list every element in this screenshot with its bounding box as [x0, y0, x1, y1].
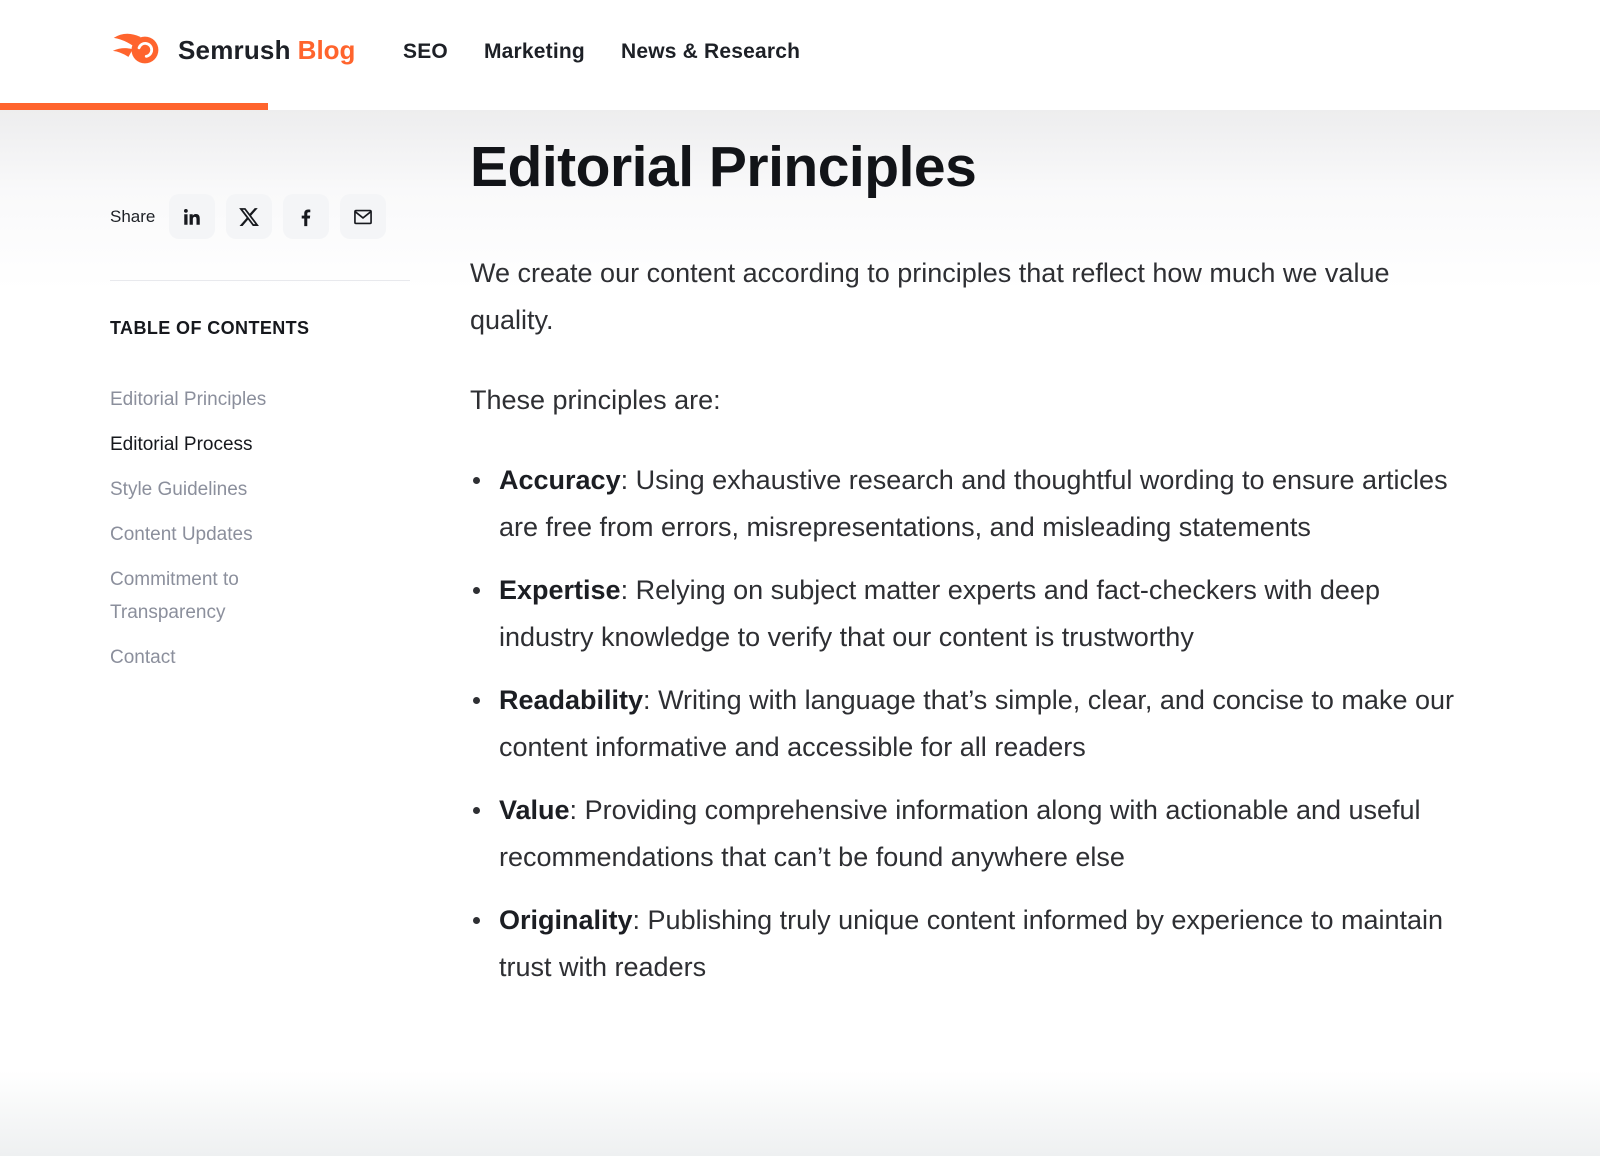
principle-term: Accuracy	[499, 465, 621, 495]
nav-item-marketing[interactable]: Marketing	[484, 40, 585, 64]
principle-separator: :	[570, 795, 585, 825]
email-icon	[352, 206, 374, 228]
article-content: Editorial Principles We create our conte…	[470, 110, 1455, 1007]
principle-item-originality: Originality: Publishing truly unique con…	[470, 897, 1455, 991]
page-title: Editorial Principles	[470, 134, 1455, 200]
toc-item-editorial-principles[interactable]: Editorial Principles	[110, 377, 320, 422]
principle-separator: :	[633, 905, 648, 935]
main-nav: SEO Marketing News & Research	[403, 0, 800, 103]
principle-term: Value	[499, 795, 570, 825]
principle-description: Providing comprehensive information alon…	[499, 795, 1421, 872]
principle-separator: :	[621, 575, 636, 605]
sidebar-divider	[110, 280, 410, 281]
share-facebook-button[interactable]	[283, 194, 329, 239]
principle-item-value: Value: Providing comprehensive informati…	[470, 787, 1455, 881]
principle-term: Expertise	[499, 575, 621, 605]
principle-description: Using exhaustive research and thoughtful…	[499, 465, 1448, 542]
share-row: Share	[110, 194, 397, 239]
principle-item-expertise: Expertise: Relying on subject matter exp…	[470, 567, 1455, 661]
toc-item-content-updates[interactable]: Content Updates	[110, 512, 320, 557]
semrush-blog-logo[interactable]: Semrush Blog	[112, 24, 355, 76]
article-intro: We create our content according to princ…	[470, 250, 1455, 344]
share-linkedin-button[interactable]	[169, 194, 215, 239]
principle-item-readability: Readability: Writing with language that’…	[470, 677, 1455, 771]
nav-item-news-research[interactable]: News & Research	[621, 40, 800, 64]
page-body: Share T	[0, 110, 1600, 1156]
principle-separator: :	[621, 465, 636, 495]
principle-term: Originality	[499, 905, 633, 935]
nav-item-seo[interactable]: SEO	[403, 40, 448, 64]
share-label: Share	[110, 207, 155, 227]
share-email-button[interactable]	[340, 194, 386, 239]
principle-term: Readability	[499, 685, 643, 715]
site-header: Semrush Blog SEO Marketing News & Resear…	[0, 0, 1600, 110]
principle-item-accuracy: Accuracy: Using exhaustive research and …	[470, 457, 1455, 551]
principle-separator: :	[643, 685, 658, 715]
principles-list: Accuracy: Using exhaustive research and …	[470, 457, 1455, 991]
toc-list: Editorial Principles Editorial Process S…	[110, 377, 320, 680]
facebook-icon	[295, 206, 317, 228]
toc-item-style-guidelines[interactable]: Style Guidelines	[110, 467, 320, 512]
brand-name: Semrush	[178, 35, 291, 66]
toc-title: TABLE OF CONTENTS	[110, 318, 320, 339]
toc-item-commitment-to-transparency[interactable]: Commitment to Transparency	[110, 557, 320, 635]
bottom-fade	[0, 1071, 1600, 1156]
toc-item-contact[interactable]: Contact	[110, 635, 320, 680]
toc-item-editorial-process[interactable]: Editorial Process	[110, 422, 320, 467]
brand-suffix: Blog	[298, 35, 356, 66]
header-accent-bar	[0, 103, 268, 110]
x-twitter-icon	[238, 206, 260, 228]
semrush-logo-icon	[112, 24, 164, 76]
table-of-contents: TABLE OF CONTENTS Editorial Principles E…	[110, 318, 320, 680]
share-x-button[interactable]	[226, 194, 272, 239]
linkedin-icon	[181, 206, 203, 228]
article-lead-in: These principles are:	[470, 377, 1455, 424]
